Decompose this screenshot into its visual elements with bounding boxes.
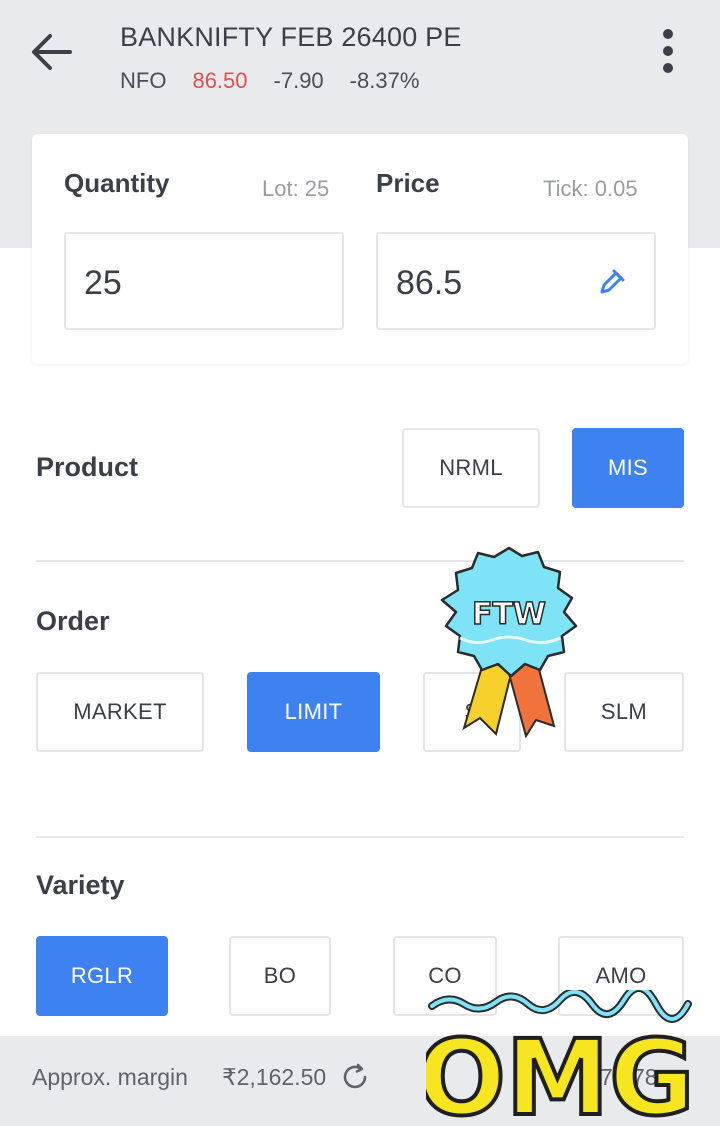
more-options-button[interactable] [648,24,688,80]
price-change-percent: -8.37% [349,68,420,93]
price-value: 86.5 [396,264,463,302]
omg-text: OMG [426,1017,695,1126]
margin-value: ₹2,162.50 [222,1064,327,1090]
quantity-input[interactable]: 25 [64,232,344,330]
quantity-label: Quantity [64,168,170,198]
lot-size-hint: Lot: 25 [262,176,330,201]
product-section-title: Product [36,452,139,482]
section-divider [36,836,684,838]
section-divider [36,560,684,562]
variety-section-title: Variety [36,870,125,900]
tick-size-hint: Tick: 0.05 [543,176,638,201]
exchange-label: NFO [120,68,167,93]
product-mis-button[interactable]: MIS [572,428,684,508]
order-market-button[interactable]: MARKET [36,672,204,752]
variety-bo-button[interactable]: BO [229,936,331,1016]
price-input[interactable]: 86.5 [376,232,656,330]
back-button[interactable] [26,26,78,78]
order-limit-button[interactable]: LIMIT [247,672,380,752]
price-label: Price [376,168,440,198]
quantity-value: 25 [84,264,122,302]
omg-sticker: OMG [426,990,697,1126]
order-section-title: Order [36,606,110,636]
product-nrml-button[interactable]: NRML [402,428,540,508]
pencil-icon[interactable] [596,266,628,298]
refresh-icon[interactable] [340,1062,370,1092]
variety-rglr-button[interactable]: RGLR [36,936,168,1016]
badge-text: FTW [472,597,546,632]
last-price: 86.50 [192,68,248,93]
price-change: -7.90 [273,68,324,93]
instrument-title: BANKNIFTY FEB 26400 PE [120,22,462,52]
order-slm-button[interactable]: SLM [564,672,684,752]
margin-label: Approx. margin [32,1064,188,1090]
arrow-left-icon [32,34,72,70]
quote-row: NFO 86.50 -7.90 -8.37% [120,68,419,94]
ftw-badge-sticker: FTW [440,546,578,738]
kebab-menu-icon [663,29,673,73]
quantity-price-card: Quantity Lot: 25 Price Tick: 0.05 25 86.… [32,134,688,364]
